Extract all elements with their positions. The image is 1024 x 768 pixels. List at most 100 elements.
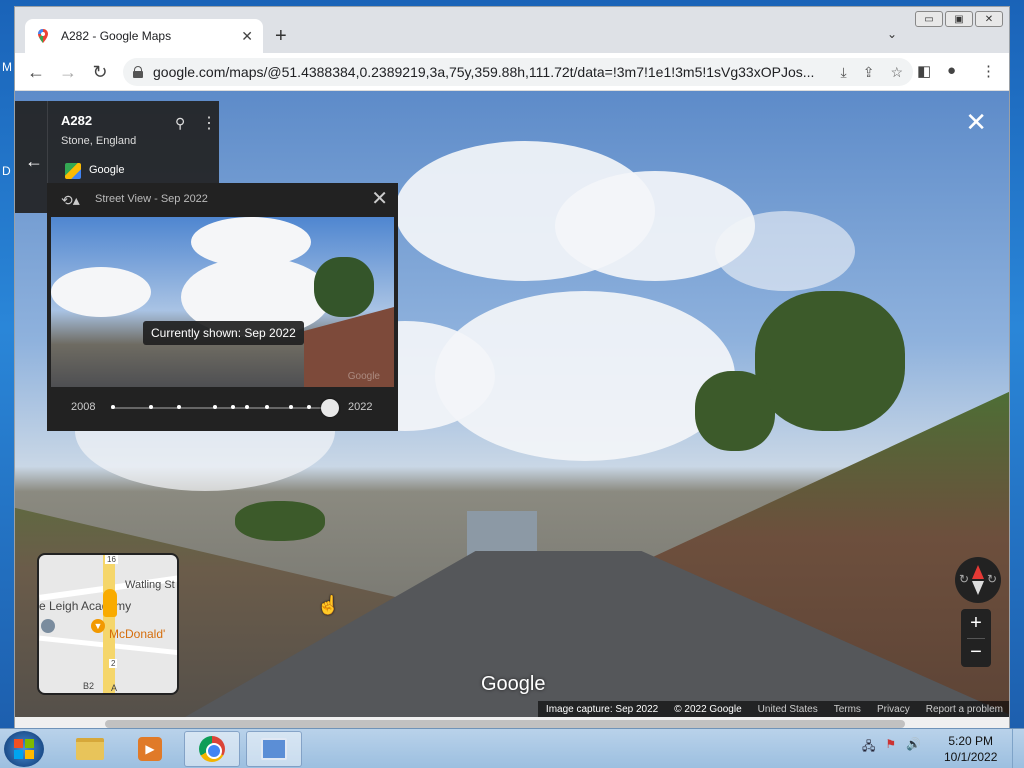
timeline-dot[interactable] xyxy=(149,405,153,409)
lock-icon[interactable] xyxy=(133,66,143,78)
minimize-button[interactable]: ▭ xyxy=(915,11,943,27)
share-icon[interactable]: ⇪ xyxy=(863,64,875,81)
time-travel-title: Street View - Sep 2022 xyxy=(95,193,208,205)
copyright: © 2022 Google xyxy=(674,703,742,715)
timeline-dot[interactable] xyxy=(213,405,217,409)
clock-time: 5:20 PM xyxy=(948,734,994,748)
timeline-dot[interactable] xyxy=(265,405,269,409)
map-label: A xyxy=(111,683,118,693)
scrollbar-thumb[interactable] xyxy=(105,720,905,728)
pointer-cursor-icon: ☝ xyxy=(317,595,340,615)
road-shield: 16 xyxy=(105,555,118,564)
history-icon[interactable]: ⟲▴ xyxy=(61,192,80,209)
timeline-dot[interactable] xyxy=(177,405,181,409)
rotate-right-icon[interactable]: ↻ xyxy=(987,572,997,586)
forward-button[interactable]: → xyxy=(57,61,79,83)
close-window-button[interactable]: ✕ xyxy=(975,11,1003,27)
minimap[interactable]: 16 Watling St e Leigh Academy ▼ McDonald… xyxy=(37,553,179,695)
country-link[interactable]: United States xyxy=(758,704,818,715)
tab-title: A282 - Google Maps xyxy=(61,29,172,43)
profile-icon[interactable]: ● xyxy=(947,62,956,79)
desktop-letter: M xyxy=(2,60,12,74)
tree xyxy=(235,501,325,541)
pegman-icon[interactable] xyxy=(103,589,117,617)
rotate-left-icon[interactable]: ↻ xyxy=(959,572,969,586)
desktop-letter: D xyxy=(2,164,11,178)
menu-icon[interactable]: ⋮ xyxy=(981,62,996,80)
show-desktop-button[interactable] xyxy=(1012,729,1024,768)
zoom-in-button[interactable]: + xyxy=(961,609,991,638)
close-icon[interactable]: ✕ xyxy=(371,189,388,209)
privacy-link[interactable]: Privacy xyxy=(877,704,910,715)
address-title: A282 xyxy=(61,113,93,128)
network-icon[interactable]: 🖧 xyxy=(862,737,875,758)
volume-icon[interactable]: 🔊 xyxy=(906,737,921,758)
browser-window: A282 - Google Maps ✕ + ⌄ ▭ ▣ ✕ ← → ↻ goo… xyxy=(14,6,1010,730)
windows-logo-icon xyxy=(14,739,34,759)
school-icon xyxy=(41,619,55,633)
taskbar-media-player[interactable]: ▶ xyxy=(122,731,178,767)
taskbar-chrome[interactable] xyxy=(184,731,240,767)
google-maps-icon xyxy=(38,29,48,43)
timeline-start-year: 2008 xyxy=(71,401,96,413)
folder-icon xyxy=(76,738,104,760)
download-icon[interactable]: ⤓ xyxy=(841,64,847,81)
address-bar[interactable]: google.com/maps/@51.4388384,0.2389219,3a… xyxy=(123,58,913,86)
tab-search-button[interactable]: ⌄ xyxy=(887,27,897,41)
timeline-end-year: 2022 xyxy=(348,401,373,413)
tree xyxy=(314,257,374,317)
media-player-icon: ▶ xyxy=(138,737,162,761)
map-label: Watling St xyxy=(125,579,175,591)
time-travel-panel: ⟲▴ Street View - Sep 2022 ✕ Google Curre… xyxy=(47,183,398,431)
taskbar-explorer[interactable] xyxy=(62,731,118,767)
system-clock[interactable]: 5:20 PM 10/1/2022 xyxy=(944,733,997,765)
compass-south-icon xyxy=(972,581,984,595)
browser-tab[interactable]: A282 - Google Maps ✕ xyxy=(25,19,263,53)
zoom-control: + − xyxy=(961,609,991,667)
map-label: e Leigh Academy xyxy=(39,599,132,613)
flag-icon[interactable]: ⚑ xyxy=(885,737,896,758)
timeline-dot[interactable] xyxy=(245,405,249,409)
tab-strip: A282 - Google Maps ✕ + ⌄ ▭ ▣ ✕ xyxy=(15,7,1009,53)
restaurant-icon: ▼ xyxy=(91,619,105,633)
reload-button[interactable]: ↻ xyxy=(89,61,111,83)
street-view[interactable]: ✕ ← A282 Stone, England ⚲ ⋮ Google ⟲▴ St… xyxy=(15,91,1009,717)
timeline-dot[interactable] xyxy=(307,405,311,409)
tree xyxy=(755,291,905,431)
chrome-icon xyxy=(199,736,225,762)
taskbar-control-panel[interactable] xyxy=(246,731,302,767)
close-street-view-icon[interactable]: ✕ xyxy=(965,109,987,135)
maximize-button[interactable]: ▣ xyxy=(945,11,973,27)
time-travel-header: ⟲▴ Street View - Sep 2022 ✕ xyxy=(47,183,398,217)
timeline-handle[interactable] xyxy=(321,399,339,417)
cloud xyxy=(191,217,311,267)
timeline-dot[interactable] xyxy=(289,405,293,409)
system-tray: 🖧 ⚑ 🔊 xyxy=(862,737,921,758)
map-pin-icon[interactable]: ⚲ xyxy=(175,115,185,132)
more-options-icon[interactable]: ⋮ xyxy=(201,113,217,133)
map-footer: Image capture: Sep 2022 © 2022 Google Un… xyxy=(537,701,1009,717)
side-panel-icon[interactable]: ◧ xyxy=(917,62,931,80)
taskbar: ▶ 🖧 ⚑ 🔊 5:20 PM 10/1/2022 xyxy=(0,728,1024,768)
url-text[interactable]: google.com/maps/@51.4388384,0.2389219,3a… xyxy=(153,64,825,80)
timeline-dot[interactable] xyxy=(231,405,235,409)
map-label: McDonald' xyxy=(109,627,166,641)
report-problem-link[interactable]: Report a problem xyxy=(926,704,1003,715)
compass[interactable]: ↻ ↻ xyxy=(955,557,1001,603)
star-icon[interactable]: ☆ xyxy=(890,64,903,81)
zoom-out-button[interactable]: − xyxy=(961,638,991,667)
back-button[interactable]: ← xyxy=(25,61,47,83)
currently-shown-tooltip: Currently shown: Sep 2022 xyxy=(143,321,304,345)
new-tab-button[interactable]: + xyxy=(275,24,287,48)
address-subtitle: Stone, England xyxy=(61,135,137,147)
map-label: B2 xyxy=(83,681,95,691)
tab-close-icon[interactable]: ✕ xyxy=(241,28,253,45)
google-watermark: Google xyxy=(481,673,546,695)
start-button[interactable] xyxy=(4,731,44,767)
time-travel-preview[interactable]: Google xyxy=(51,217,394,387)
terms-link[interactable]: Terms xyxy=(834,704,861,715)
timeline-dot[interactable] xyxy=(111,405,115,409)
timeline-track[interactable] xyxy=(111,407,331,409)
back-arrow-icon[interactable]: ← xyxy=(25,151,43,172)
tree xyxy=(695,371,775,451)
